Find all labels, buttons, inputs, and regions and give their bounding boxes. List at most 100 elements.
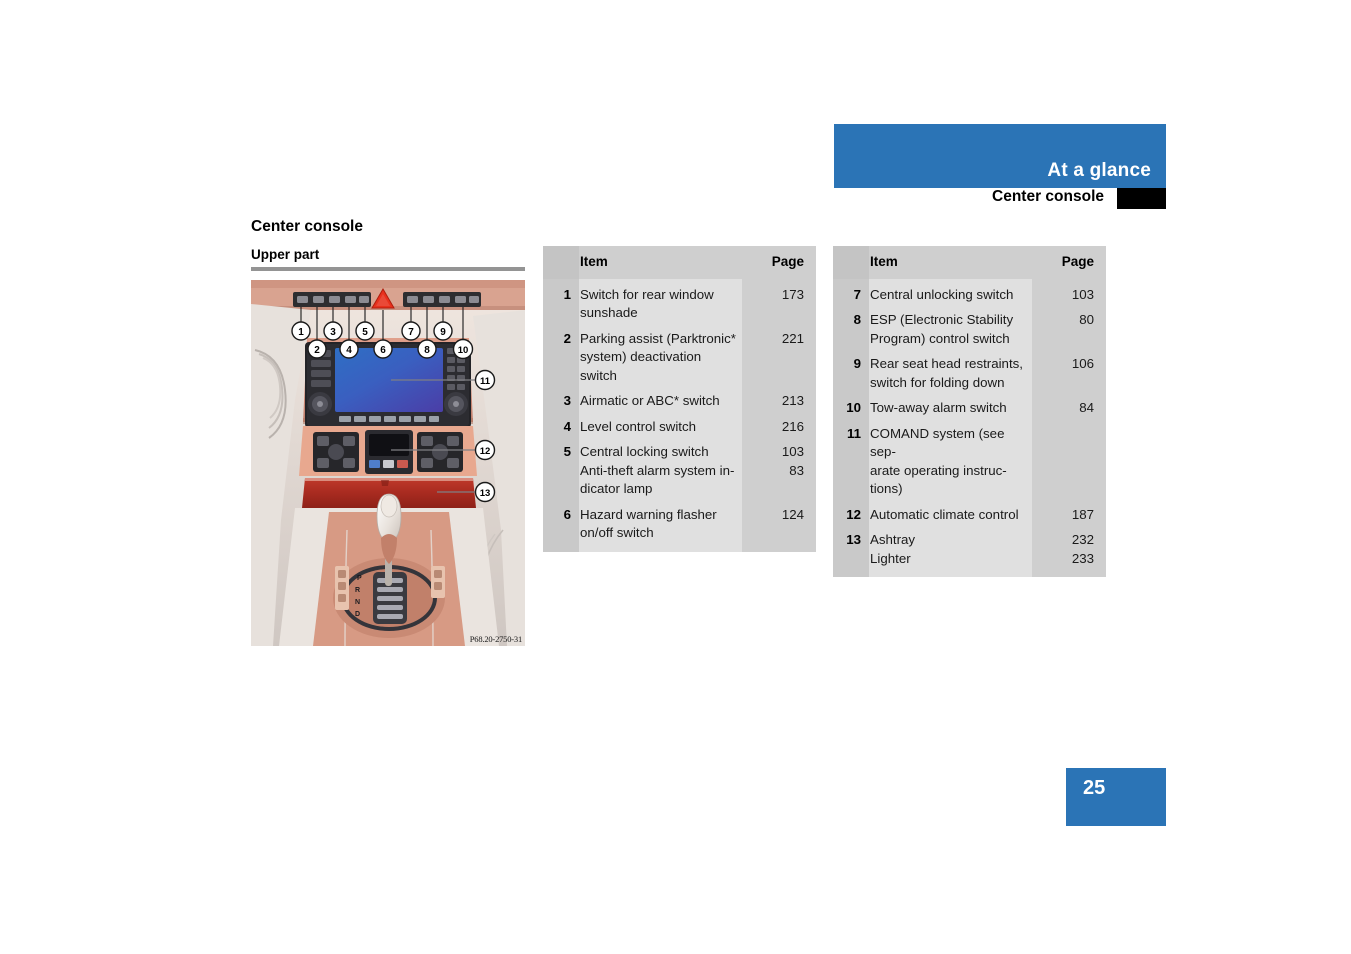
- svg-text:2: 2: [314, 345, 320, 356]
- row-page-line: 103: [781, 444, 804, 459]
- row-page-number: 124: [742, 498, 816, 552]
- row-item-line: Automatic climate control: [870, 506, 1019, 522]
- row-page-line: 216: [781, 418, 804, 434]
- row-item-number: 12: [833, 498, 869, 524]
- row-item-line: switch for folding down: [870, 374, 1005, 390]
- table-row: 9 Rear seat head restraints, switch for fo…: [833, 348, 1106, 392]
- row-page-line: 221: [781, 330, 804, 346]
- svg-text:D: D: [355, 611, 360, 618]
- row-page-line: 213: [781, 393, 804, 408]
- header-subbar-title: Center console: [992, 188, 1104, 205]
- row-page-line: 232: [1071, 532, 1094, 547]
- row-item-label: Level control switch: [579, 410, 742, 436]
- row-page-line: 124: [781, 506, 804, 522]
- svg-text:10: 10: [458, 345, 469, 356]
- row-item-line: Ashtray: [870, 532, 916, 547]
- row-item-number: 4: [543, 410, 579, 436]
- row-item-line: system) deactivation: [580, 349, 702, 364]
- table-row: 8 ESP (Electronic Stability Program) contr…: [833, 304, 1106, 348]
- svg-text:7: 7: [408, 327, 414, 338]
- svg-text:5: 5: [362, 327, 368, 338]
- row-item-number: 3: [543, 385, 579, 411]
- table-header-row: Item Page: [543, 246, 816, 279]
- row-item-number: 6: [543, 498, 579, 552]
- row-item-number: 13: [833, 524, 869, 577]
- row-page-number: 213: [742, 385, 816, 411]
- row-page-line: 233: [1071, 550, 1094, 566]
- row-item-number: 7: [833, 278, 869, 304]
- table-header-page: Page: [742, 246, 816, 279]
- row-item-label: COMAND system (see sep-arate operating i…: [869, 417, 1032, 499]
- row-item-line: Program) control switch: [870, 330, 1010, 346]
- row-item-line: Switch for rear window: [580, 286, 714, 302]
- row-item-number: 10: [833, 392, 869, 418]
- table-row: 3 Airmatic or ABC* switch 213: [543, 385, 816, 411]
- row-item-number: 11: [833, 417, 869, 499]
- row-item-number: 5: [543, 436, 579, 499]
- row-item-line: sunshade: [580, 305, 638, 320]
- row-item-label: Switch for rear window sunshade: [579, 278, 742, 323]
- row-item-label: Airmatic or ABC* switch: [579, 385, 742, 411]
- row-item-line: Anti-theft alarm system in-: [580, 462, 735, 478]
- page-subheading: Upper part: [251, 247, 320, 262]
- row-page-line: 83: [789, 462, 804, 478]
- chapter-thumb-tab: [1117, 188, 1166, 209]
- header-subbar: Center console: [834, 188, 1166, 209]
- table-row: 13 Ashtray Lighter 232 233: [833, 524, 1106, 577]
- table-header-item: Item: [579, 246, 742, 279]
- table-header-number: [543, 246, 579, 279]
- row-item-line: switch: [580, 367, 617, 383]
- row-item-number: 8: [833, 304, 869, 348]
- row-item-line: Central unlocking switch: [870, 286, 1014, 302]
- row-item-label: Central unlocking switch: [869, 278, 1032, 304]
- row-item-line: Level control switch: [580, 418, 697, 434]
- row-item-number: 9: [833, 348, 869, 392]
- svg-text:3: 3: [330, 327, 336, 338]
- row-page-number: 106: [1032, 348, 1106, 392]
- row-page-number: 187: [1032, 498, 1106, 524]
- row-item-label: Parking assist (Parktronic* system) deact…: [579, 322, 742, 385]
- row-item-label: Central locking switch Anti-theft alarm s…: [579, 436, 742, 499]
- row-item-line: on/off switch: [580, 525, 654, 540]
- header-banner-title: At a glance: [1047, 160, 1151, 181]
- table-row: 6 Hazard warning flasher on/off switch 124: [543, 498, 816, 552]
- row-item-line: Parking assist (Parktronic*: [580, 330, 736, 346]
- row-page-number: 80: [1032, 304, 1106, 348]
- row-page-number: 84: [1032, 392, 1106, 418]
- svg-text:11: 11: [480, 376, 491, 387]
- header-banner: At a glance: [834, 124, 1166, 188]
- table-body-right: 7 Central unlocking switch 103 8 ESP (Electr…: [833, 278, 1106, 577]
- table-header-row: Item Page: [833, 246, 1106, 279]
- svg-text:8: 8: [424, 345, 430, 356]
- row-page-line: 187: [1071, 506, 1094, 522]
- table-body-left: 1 Switch for rear window sunshade 173 2 Parki…: [543, 278, 816, 552]
- table-header-page: Page: [1032, 246, 1106, 279]
- page-number: 25: [1083, 777, 1106, 799]
- row-page-line: 103: [1071, 286, 1094, 302]
- table-row: 10 Tow-away alarm switch 84: [833, 392, 1106, 418]
- row-item-label: Automatic climate control: [869, 498, 1032, 524]
- svg-text:9: 9: [440, 327, 446, 338]
- center-console-figure-svg: P R N D 1 2 3 4 5 6 7 8 9 10 11 12 13: [251, 280, 525, 646]
- row-page-line: 173: [781, 286, 804, 302]
- row-page-number: 103: [1032, 278, 1106, 304]
- row-page-number: [1032, 417, 1106, 499]
- row-item-line: ESP (Electronic Stability: [870, 312, 1014, 327]
- row-item-line: COMAND system (see sep-: [870, 425, 1005, 460]
- svg-text:N: N: [355, 599, 360, 606]
- table-row: 5 Central locking switch Anti-theft alarm …: [543, 436, 816, 499]
- row-item-label: Rear seat head restraints, switch for fol…: [869, 348, 1032, 392]
- row-item-label: Ashtray Lighter: [869, 524, 1032, 577]
- row-page-line: 80: [1079, 312, 1094, 327]
- row-item-label: ESP (Electronic Stability Program) contro…: [869, 304, 1032, 348]
- table-row: 12 Automatic climate control 187: [833, 498, 1106, 524]
- center-console-illustration: P R N D 1 2 3 4 5 6 7 8 9 10 11 12 13 P6…: [251, 280, 525, 646]
- row-page-line: 84: [1079, 400, 1094, 415]
- table-header-number: [833, 246, 869, 279]
- row-item-label: Tow-away alarm switch: [869, 392, 1032, 418]
- page-number-box: 25: [1066, 768, 1166, 826]
- table-row: 1 Switch for rear window sunshade 173: [543, 278, 816, 323]
- items-table-right: Item Page 7 Central unlocking switch 103 8 E…: [833, 246, 1106, 577]
- svg-text:6: 6: [380, 345, 386, 356]
- svg-text:R: R: [355, 587, 360, 594]
